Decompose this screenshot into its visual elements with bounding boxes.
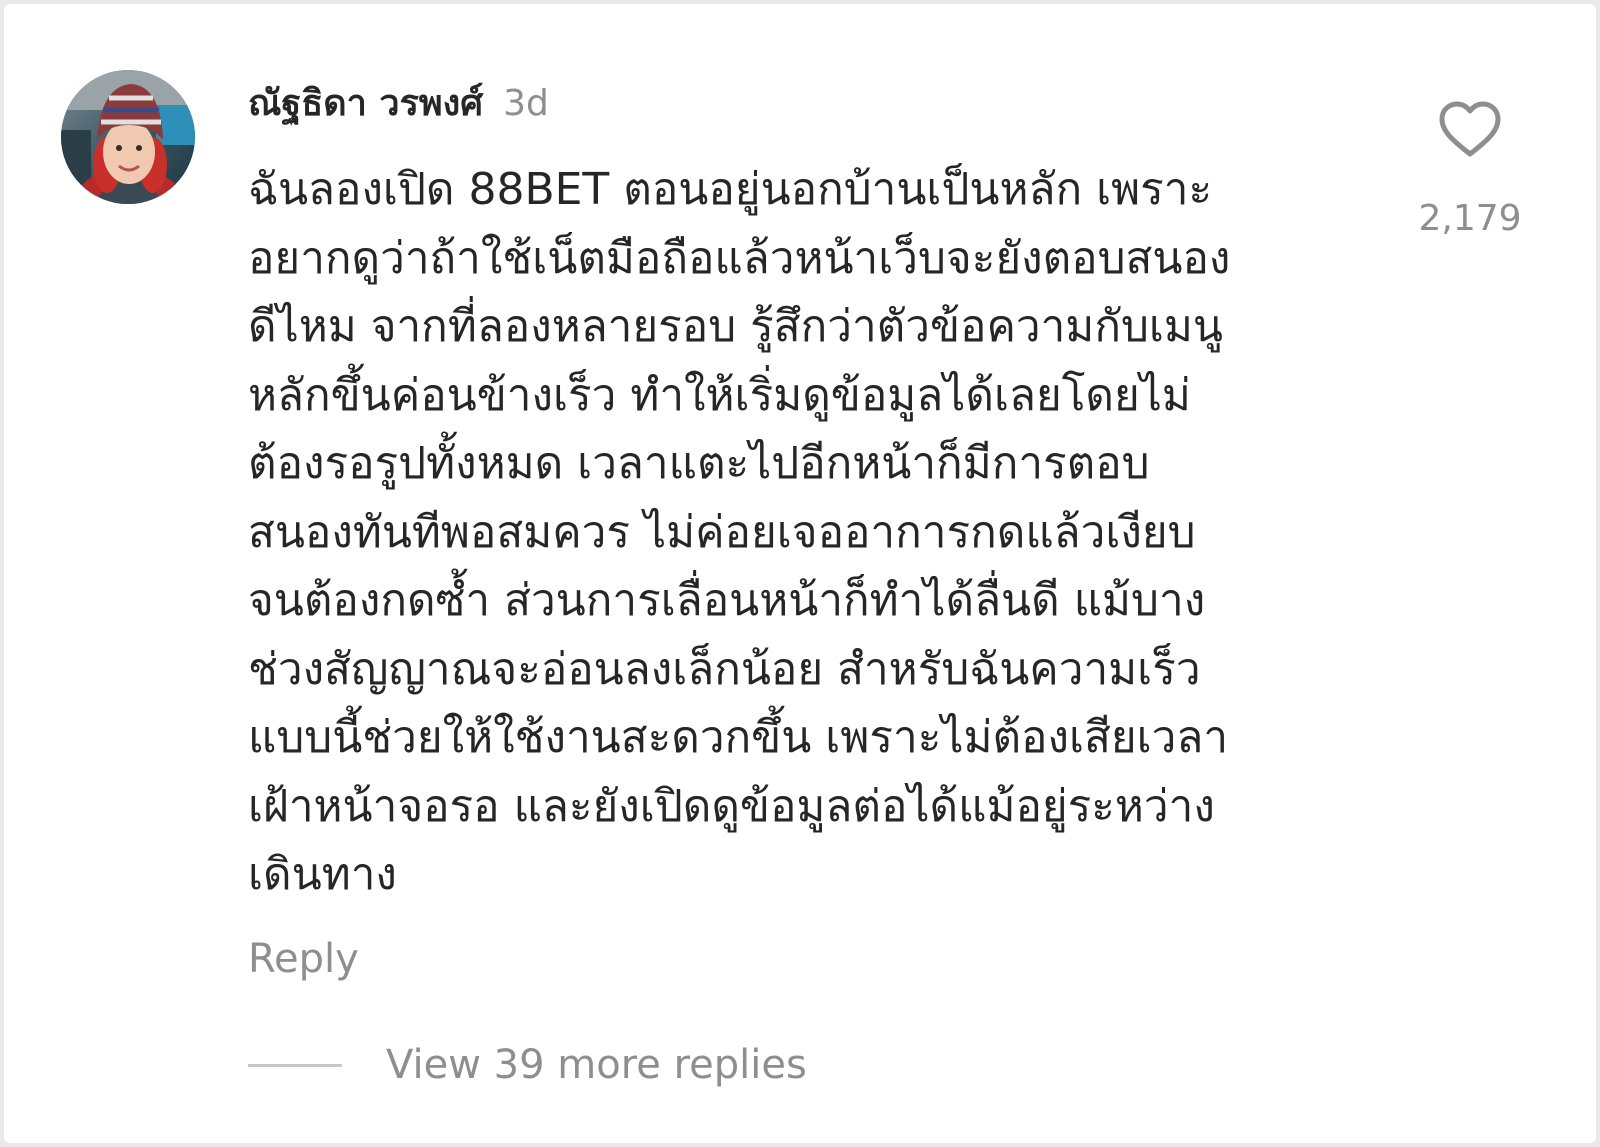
comment-time: 3d — [503, 83, 549, 124]
comment-header: ณัฐธิดา วรพงศ์ 3d — [248, 74, 549, 134]
like-count: 2,179 — [1418, 198, 1522, 239]
avatar-image — [61, 70, 195, 204]
comment-line: ช่วงสัญญาณจะอ่อนลงเล็กน้อย สำหรับฉันความ… — [248, 643, 1201, 695]
comment-line: ต้องรอรูปทั้งหมด เวลาแตะไปอีกหน้าก็มีการ… — [248, 438, 1150, 489]
replies-divider-line — [248, 1063, 342, 1067]
comment-line: ดีไหม จากที่ลองหลายรอบ รู้สึกว่าตัวข้อคว… — [248, 301, 1224, 352]
view-more-replies-button[interactable]: View 39 more replies — [248, 1042, 807, 1088]
view-more-replies-label: View 39 more replies — [386, 1042, 807, 1088]
comment-line: สนองทันทีพอสมควร ไม่ค่อยเจออาการกดแล้วเง… — [248, 506, 1196, 558]
comment-line: จนต้องกดซ้ำ ส่วนการเลื่อนหน้าก็ทำได้ลื่น… — [248, 575, 1206, 626]
author-name[interactable]: ณัฐธิดา วรพงศ์ — [248, 74, 483, 131]
comment-card: ณัฐธิดา วรพงศ์ 3d ฉันลองเปิด 88BET ตอนอย… — [4, 4, 1596, 1143]
like-button[interactable] — [1438, 100, 1502, 160]
reply-button[interactable]: Reply — [248, 936, 359, 982]
comment-text: ฉันลองเปิด 88BET ตอนอยู่นอกบ้านเป็นหลัก … — [248, 156, 1368, 910]
heart-outline-icon — [1439, 101, 1501, 157]
comment-line: เฝ้าหน้าจอรอ และยังเปิดดูข้อมูลต่อได้แม้… — [248, 780, 1215, 832]
comment-line: อยากดูว่าถ้าใช้เน็ตมือถือแล้วหน้าเว็บจะย… — [248, 232, 1231, 284]
avatar[interactable] — [61, 70, 195, 204]
comment-line: เดินทาง — [248, 849, 397, 900]
comment-line: แบบนี้ช่วยให้ใช้งานสะดวกขึ้น เพราะไม่ต้อ… — [248, 712, 1229, 763]
comment-line: ฉันลองเปิด 88BET ตอนอยู่นอกบ้านเป็นหลัก … — [248, 164, 1213, 215]
comment-line: หลักขึ้นค่อนข้างเร็ว ทำให้เริ่มดูข้อมูลไ… — [248, 369, 1191, 421]
